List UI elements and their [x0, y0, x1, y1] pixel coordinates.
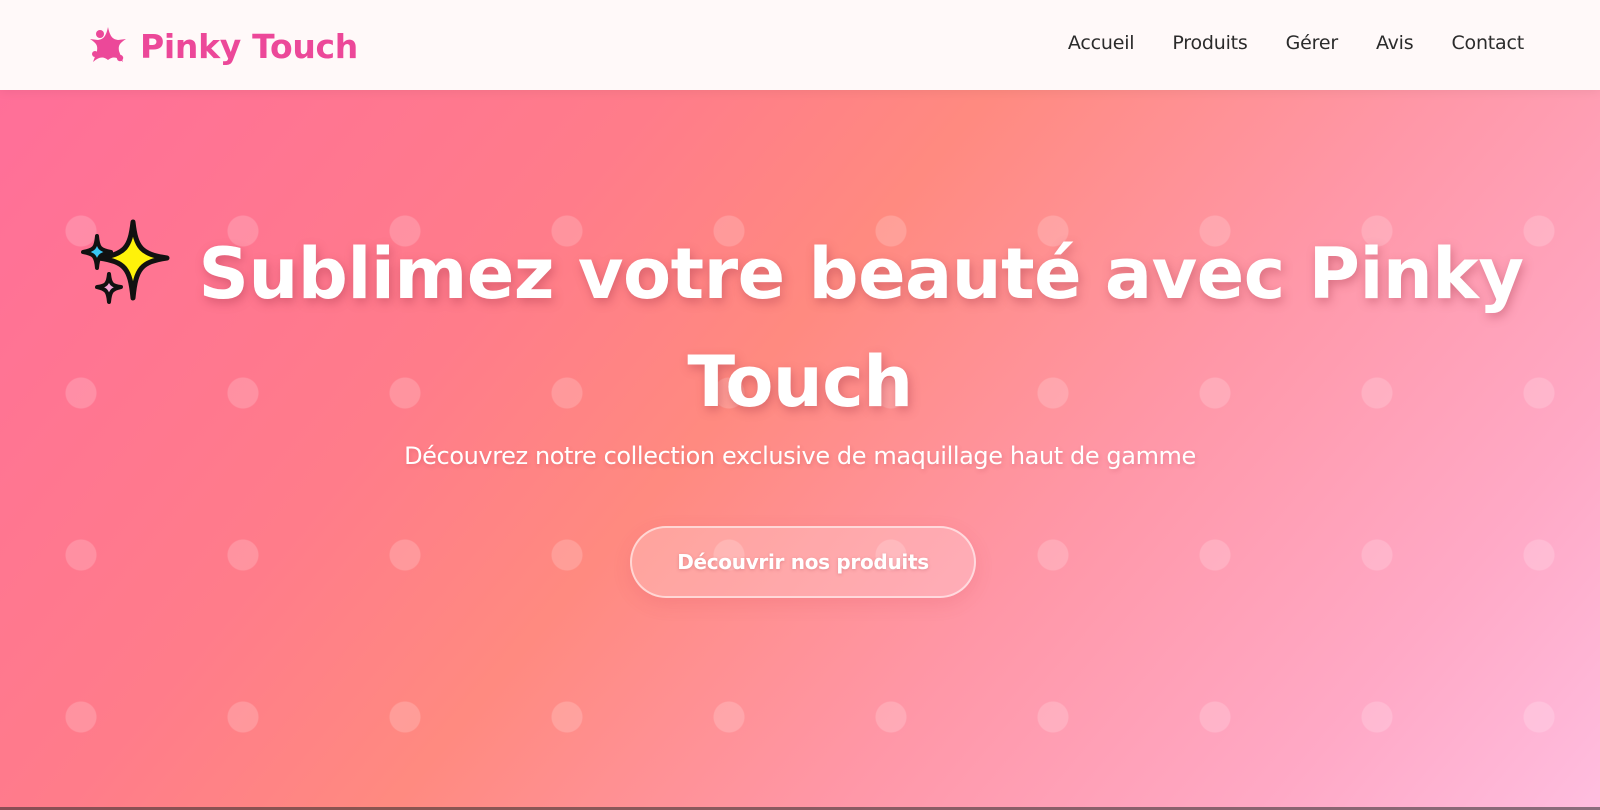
nav-link-contact[interactable]: Contact	[1451, 32, 1524, 54]
brand-name: Pinky Touch	[140, 26, 358, 66]
sparkles-emoji-icon	[80, 219, 170, 304]
nav-menu: Accueil Produits Gérer Avis Contact	[1068, 32, 1524, 54]
hero-subtitle: Découvrez notre collection exclusive de …	[404, 442, 1196, 470]
nav-link-avis[interactable]: Avis	[1376, 32, 1414, 54]
brand-logo-link[interactable]: Pinky Touch	[86, 24, 358, 68]
hero-title-text: Sublimez votre beauté avec Pinky Touch	[198, 233, 1524, 423]
sparkle-star-icon	[90, 27, 126, 62]
nav-link-produits[interactable]: Produits	[1172, 32, 1247, 54]
navbar: Pinky Touch Accueil Produits Gérer Avis …	[0, 0, 1600, 90]
nav-link-gerer[interactable]: Gérer	[1286, 32, 1339, 54]
hero-title: Sublimez votre beauté avec Pinky Touch	[60, 218, 1540, 436]
nav-item-accueil: Accueil	[1068, 32, 1135, 54]
hero-section: Sublimez votre beauté avec Pinky Touch D…	[0, 90, 1600, 810]
discover-products-button[interactable]: Découvrir nos produits	[630, 526, 976, 598]
nav-link-accueil[interactable]: Accueil	[1068, 32, 1135, 54]
nav-item-avis: Avis	[1376, 32, 1414, 54]
nav-item-produits: Produits	[1172, 32, 1247, 54]
nav-item-contact: Contact	[1451, 32, 1524, 54]
nav-item-gerer: Gérer	[1286, 32, 1339, 54]
